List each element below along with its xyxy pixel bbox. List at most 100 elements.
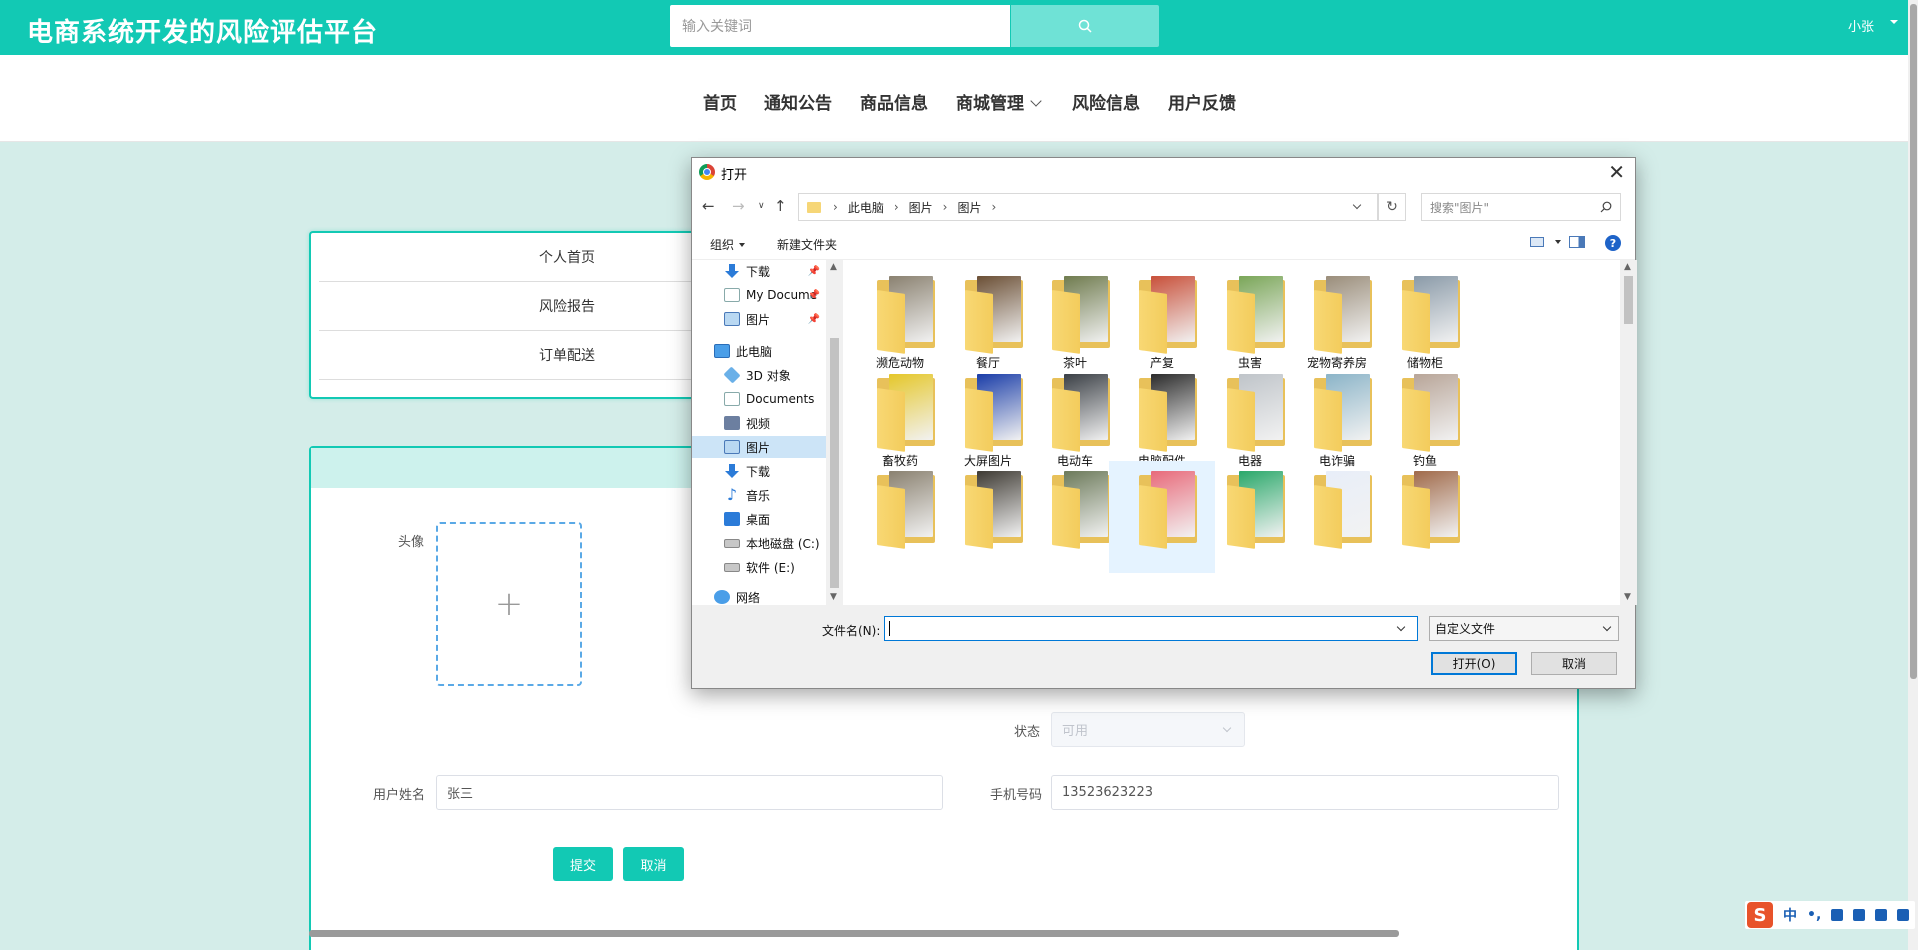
help-icon[interactable]: ? <box>1605 235 1621 251</box>
nav-notices[interactable]: 通知公告 <box>764 89 832 114</box>
filename-input[interactable] <box>884 616 1418 641</box>
phone-input[interactable]: 13523623223 <box>1051 775 1559 810</box>
menu-grid-icon[interactable] <box>1897 909 1910 921</box>
file-grid: 濒危动物餐厅茶叶产复虫害宠物寄养房储物柜畜牧药大屏图片电动车电脑配件电器电诈骗钓… <box>843 260 1620 605</box>
dialog-search-input[interactable]: 搜索"图片" <box>1421 193 1621 221</box>
pin-icon: 📌 <box>807 265 820 277</box>
dialog-title: 打开 <box>721 168 748 183</box>
organize-menu[interactable]: 组织 <box>710 236 746 253</box>
keyboard-icon[interactable] <box>1853 909 1866 921</box>
tree-scrollbar-thumb[interactable] <box>830 338 839 588</box>
files-scrollbar-thumb[interactable] <box>1624 276 1633 324</box>
sogou-logo-icon[interactable]: S <box>1747 902 1773 928</box>
tree-item-music[interactable]: ♪ 音乐 <box>692 484 826 506</box>
pin-icon: 📌 <box>807 289 820 301</box>
avatar-label: 头像 <box>398 535 425 550</box>
forward-arrow-icon[interactable]: → <box>732 197 745 215</box>
tree-item-downloads[interactable]: 下载 <box>692 460 826 482</box>
text-cursor <box>889 621 890 636</box>
tree-item-3d-objects[interactable]: 3D 对象 <box>692 364 826 386</box>
submit-button[interactable]: 提交 <box>553 847 613 881</box>
chevron-down-icon[interactable] <box>1890 20 1898 24</box>
plus-icon: + <box>494 584 524 624</box>
new-folder-button[interactable]: 新建文件夹 <box>777 236 837 253</box>
address-bar[interactable]: › 此电脑 › 图片 › 图片 › <box>798 193 1378 221</box>
scroll-down-icon[interactable]: ▼ <box>1624 592 1631 602</box>
nav-feedback[interactable]: 用户反馈 <box>1168 89 1236 114</box>
side-item-profile[interactable]: 个人首页 <box>319 233 709 282</box>
tree-item-documents[interactable]: Documents <box>692 388 826 410</box>
chevron-down-icon <box>1602 622 1612 632</box>
filename-row: 文件名(N): 自定义文件 打开(O) 取消 <box>692 605 1635 690</box>
caret-down-icon[interactable] <box>1555 240 1561 244</box>
nav-mall-management[interactable]: 商城管理 <box>956 89 1042 114</box>
microphone-icon[interactable] <box>1831 909 1844 921</box>
nav-home[interactable]: 首页 <box>703 89 737 114</box>
chevron-down-icon <box>1030 95 1042 107</box>
tree-item-pictures-quick[interactable]: 图片 📌 <box>692 308 826 330</box>
dialog-toolbar: 组织 新建文件夹 ? <box>692 226 1635 260</box>
download-icon <box>724 464 740 478</box>
tree-item-disk-c[interactable]: 本地磁盘 (C:) <box>692 532 826 554</box>
view-options-icon[interactable] <box>1530 237 1544 247</box>
close-icon[interactable]: ✕ <box>1608 160 1625 184</box>
side-item-order-delivery[interactable]: 订单配送 <box>319 331 709 380</box>
desktop-icon <box>724 512 740 526</box>
tree-item-network[interactable]: 网络 <box>692 586 826 605</box>
dialog-cancel-button[interactable]: 取消 <box>1531 652 1617 675</box>
status-value: 可用 <box>1062 724 1089 739</box>
chevron-down-icon[interactable] <box>1396 622 1406 632</box>
avatar-upload[interactable]: + <box>436 522 582 686</box>
tree-item-this-pc[interactable]: 此电脑 <box>692 340 826 362</box>
tree-item-desktop[interactable]: 桌面 <box>692 508 826 530</box>
open-button[interactable]: 打开(O) <box>1431 652 1517 675</box>
refresh-button[interactable]: ↻ <box>1378 193 1406 221</box>
folder-item[interactable]: 储物柜 <box>1372 266 1478 378</box>
nav-risk-info[interactable]: 风险信息 <box>1072 89 1140 114</box>
dialog-titlebar: 打开 ✕ <box>692 158 1635 186</box>
pictures-icon <box>724 440 740 454</box>
folder-item[interactable] <box>1372 461 1478 573</box>
back-arrow-icon[interactable]: ← <box>702 197 715 215</box>
horizontal-scrollbar[interactable] <box>309 930 1399 937</box>
chrome-icon <box>699 164 715 180</box>
side-item-risk-report[interactable]: 风险报告 <box>319 282 709 331</box>
tree-item-downloads-quick[interactable]: 下载 📌 <box>692 260 826 282</box>
preview-pane-icon[interactable] <box>1569 236 1585 248</box>
vertical-scrollbar-thumb[interactable] <box>1910 4 1917 679</box>
music-icon: ♪ <box>726 485 738 504</box>
tree-item-disk-e[interactable]: 软件 (E:) <box>692 556 826 578</box>
ime-punctuation[interactable]: •, <box>1807 907 1821 923</box>
site-title[interactable]: 电商系统开发的风险评估平台 <box>27 12 378 49</box>
status-select: 可用 <box>1051 712 1245 747</box>
ime-mode[interactable]: 中 <box>1783 905 1797 925</box>
scroll-down-icon[interactable]: ▼ <box>830 592 837 602</box>
download-icon <box>724 264 740 278</box>
user-side-menu: 个人首页 风险报告 订单配送 <box>309 231 709 399</box>
cancel-button[interactable]: 取消 <box>623 847 684 881</box>
dialog-search-placeholder: 搜索"图片" <box>1430 200 1490 215</box>
recent-chevron-icon[interactable]: ∨ <box>758 201 765 211</box>
scroll-up-icon[interactable]: ▲ <box>830 262 837 272</box>
chevron-down-icon <box>1222 723 1232 733</box>
ime-toolbar: S 中 •, <box>1745 901 1915 929</box>
skin-icon[interactable] <box>1875 909 1888 921</box>
tree-item-my-documents[interactable]: My Docume 📌 <box>692 284 826 306</box>
user-menu[interactable]: 小张 <box>1848 16 1874 35</box>
search-button[interactable] <box>1011 5 1159 47</box>
scroll-up-icon[interactable]: ▲ <box>1624 262 1631 272</box>
breadcrumb-pictures-sub[interactable]: 图片 <box>957 199 981 216</box>
document-icon <box>724 392 740 406</box>
pin-icon: 📌 <box>807 313 820 325</box>
pictures-icon <box>724 312 740 326</box>
up-arrow-icon[interactable]: ↑ <box>774 197 787 215</box>
breadcrumb-pictures[interactable]: 图片 <box>909 199 933 216</box>
search-input[interactable]: 输入关键词 <box>670 5 1010 47</box>
username-input[interactable]: 张三 <box>436 775 943 810</box>
breadcrumb-this-pc[interactable]: 此电脑 <box>848 199 884 216</box>
tree-item-pictures[interactable]: 图片 <box>692 436 826 458</box>
filetype-select[interactable]: 自定义文件 <box>1429 616 1619 641</box>
tree-item-videos[interactable]: 视频 <box>692 412 826 434</box>
nav-products[interactable]: 商品信息 <box>860 89 928 114</box>
folder-item[interactable]: 钓鱼 <box>1372 364 1478 476</box>
